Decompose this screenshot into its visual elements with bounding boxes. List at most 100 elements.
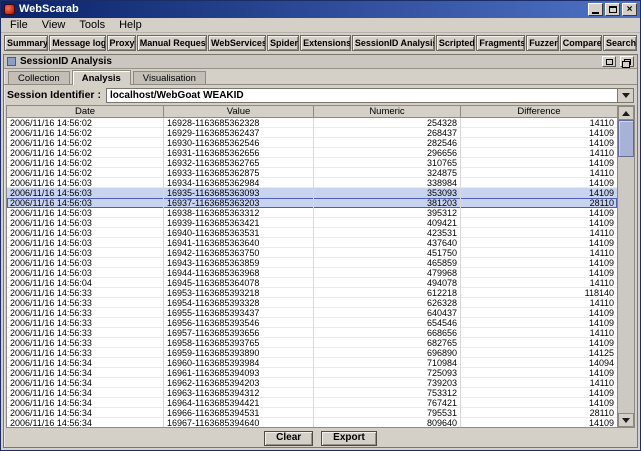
combo-selected-value: localhost/WebGoat WEAKID: [107, 89, 617, 102]
plugin-button[interactable]: WebServices: [208, 35, 266, 51]
plugin-button[interactable]: Extensions: [300, 35, 351, 51]
cell-value: 16944-1163685363968: [164, 268, 314, 278]
plugin-button[interactable]: Proxy: [107, 35, 136, 51]
frame-maximize-button[interactable]: [602, 56, 616, 67]
plugin-button[interactable]: Manual Request: [137, 35, 207, 51]
tab[interactable]: Collection: [8, 71, 70, 84]
table-row[interactable]: 2006/11/16 14:56:33 16957-1163685393656 …: [7, 328, 617, 338]
table-row[interactable]: 2006/11/16 14:56:34 16962-1163685394203 …: [7, 378, 617, 388]
table-row[interactable]: 2006/11/16 14:56:02 16928-1163685362328 …: [7, 118, 617, 128]
table-row[interactable]: 2006/11/16 14:56:02 16929-1163685362437 …: [7, 128, 617, 138]
cell-value: 16943-1163685363859: [164, 258, 314, 268]
cell-numeric: 296656: [314, 148, 461, 158]
table-row[interactable]: 2006/11/16 14:56:34 16964-1163685394421 …: [7, 398, 617, 408]
cell-date: 2006/11/16 14:56:03: [7, 208, 164, 218]
table-row[interactable]: 2006/11/16 14:56:03 16938-1163685363312 …: [7, 208, 617, 218]
scroll-up-button[interactable]: [618, 106, 634, 120]
frame-icon: [7, 57, 16, 66]
table-row[interactable]: 2006/11/16 14:56:02 16933-1163685362875 …: [7, 168, 617, 178]
cell-difference: 14109: [461, 238, 617, 248]
table-row[interactable]: 2006/11/16 14:56:34 16961-1163685394093 …: [7, 368, 617, 378]
plugin-button[interactable]: Summary: [4, 35, 48, 51]
table-row[interactable]: 2006/11/16 14:56:33 16953-1163685393218 …: [7, 288, 617, 298]
table-row[interactable]: 2006/11/16 14:56:34 16963-1163685394312 …: [7, 388, 617, 398]
scroll-down-button[interactable]: [618, 413, 634, 427]
export-button[interactable]: Export: [321, 431, 377, 446]
column-header-value[interactable]: Value: [164, 106, 314, 117]
table-row[interactable]: 2006/11/16 14:56:02 16930-1163685362546 …: [7, 138, 617, 148]
table-row[interactable]: 2006/11/16 14:56:33 16955-1163685393437 …: [7, 308, 617, 318]
session-identifier-label: Session Identifier :: [7, 89, 101, 101]
column-header-numeric[interactable]: Numeric: [314, 106, 461, 117]
table-row[interactable]: 2006/11/16 14:56:33 16956-1163685393546 …: [7, 318, 617, 328]
table-row[interactable]: 2006/11/16 14:56:03 16934-1163685362984 …: [7, 178, 617, 188]
sessionid-table: Date Value Numeric Difference 2006/11/16…: [6, 105, 635, 428]
menu-item[interactable]: Tools: [72, 18, 112, 32]
cell-difference: 14110: [461, 118, 617, 128]
table-row[interactable]: 2006/11/16 14:56:34 16966-1163685394531 …: [7, 408, 617, 418]
table-row[interactable]: 2006/11/16 14:56:03 16943-1163685363859 …: [7, 258, 617, 268]
plugin-button[interactable]: Fragments: [476, 35, 525, 51]
table-row[interactable]: 2006/11/16 14:56:33 16954-1163685393328 …: [7, 298, 617, 308]
table-row[interactable]: 2006/11/16 14:56:02 16931-1163685362656 …: [7, 148, 617, 158]
arrow-up-icon: [622, 111, 630, 116]
table-row[interactable]: 2006/11/16 14:56:34 16967-1163685394640 …: [7, 418, 617, 427]
frame-restore-button[interactable]: [620, 56, 634, 67]
clear-button[interactable]: Clear: [264, 431, 313, 446]
table-row[interactable]: 2006/11/16 14:56:03 16942-1163685363750 …: [7, 248, 617, 258]
column-header-difference[interactable]: Difference: [461, 106, 617, 117]
cell-difference: 14110: [461, 148, 617, 158]
menu-item[interactable]: View: [35, 18, 73, 32]
internal-frame-titlebar[interactable]: SessionID Analysis: [4, 55, 637, 69]
plugin-button[interactable]: Search: [603, 35, 637, 51]
scrollbar-thumb[interactable]: [618, 120, 634, 157]
desktop-pane: SessionID Analysis Collection Analysis V…: [1, 53, 640, 450]
cell-date: 2006/11/16 14:56:34: [7, 368, 164, 378]
cell-numeric: 739203: [314, 378, 461, 388]
table-row[interactable]: 2006/11/16 14:56:03 16939-1163685363421 …: [7, 218, 617, 228]
column-header-date[interactable]: Date: [7, 106, 164, 117]
cell-numeric: 809640: [314, 418, 461, 427]
table-row[interactable]: 2006/11/16 14:56:04 16945-1163685364078 …: [7, 278, 617, 288]
combo-dropdown-button[interactable]: [617, 89, 633, 102]
cell-value: 16930-1163685362546: [164, 138, 314, 148]
table-row[interactable]: 2006/11/16 14:56:03 16935-1163685363093 …: [7, 188, 617, 198]
minimize-button[interactable]: [588, 3, 603, 16]
cell-difference: 14109: [461, 338, 617, 348]
table-row[interactable]: 2006/11/16 14:56:02 16932-1163685362765 …: [7, 158, 617, 168]
cell-date: 2006/11/16 14:56:03: [7, 188, 164, 198]
cell-numeric: 682765: [314, 338, 461, 348]
analysis-tabstrip: Collection Analysis Visualisation: [4, 69, 637, 85]
close-button[interactable]: ×: [622, 3, 637, 16]
table-row[interactable]: 2006/11/16 14:56:33 16959-1163685393890 …: [7, 348, 617, 358]
menu-item[interactable]: File: [3, 18, 35, 32]
vertical-scrollbar[interactable]: [617, 106, 634, 427]
menu-item[interactable]: Help: [112, 18, 149, 32]
tab[interactable]: Visualisation: [133, 71, 206, 84]
table-row[interactable]: 2006/11/16 14:56:03 16940-1163685363531 …: [7, 228, 617, 238]
scrollbar-track[interactable]: [618, 120, 634, 413]
table-row[interactable]: 2006/11/16 14:56:03 16937-1163685363203 …: [7, 198, 617, 208]
tab[interactable]: Analysis: [72, 70, 131, 85]
cell-numeric: 310765: [314, 158, 461, 168]
cell-date: 2006/11/16 14:56:02: [7, 148, 164, 158]
cell-date: 2006/11/16 14:56:03: [7, 248, 164, 258]
maximize-button[interactable]: [605, 3, 620, 16]
table-row[interactable]: 2006/11/16 14:56:33 16958-1163685393765 …: [7, 338, 617, 348]
close-icon: ×: [627, 4, 633, 15]
cell-difference: 14094: [461, 358, 617, 368]
cell-value: 16964-1163685394421: [164, 398, 314, 408]
plugin-button[interactable]: Spider: [267, 35, 299, 51]
table-row[interactable]: 2006/11/16 14:56:34 16960-1163685393984 …: [7, 358, 617, 368]
plugin-button[interactable]: SessionID Analysis: [352, 35, 435, 51]
cell-value: 16961-1163685394093: [164, 368, 314, 378]
plugin-button[interactable]: Fuzzer: [526, 35, 559, 51]
table-row[interactable]: 2006/11/16 14:56:03 16944-1163685363968 …: [7, 268, 617, 278]
table-row[interactable]: 2006/11/16 14:56:03 16941-1163685363640 …: [7, 238, 617, 248]
plugin-button[interactable]: Message log: [49, 35, 105, 51]
session-identifier-combo[interactable]: localhost/WebGoat WEAKID: [106, 88, 634, 103]
plugin-button[interactable]: Scripted: [436, 35, 476, 51]
cell-value: 16935-1163685363093: [164, 188, 314, 198]
cell-value: 16967-1163685394640: [164, 418, 314, 427]
plugin-button[interactable]: Compare: [560, 35, 602, 51]
